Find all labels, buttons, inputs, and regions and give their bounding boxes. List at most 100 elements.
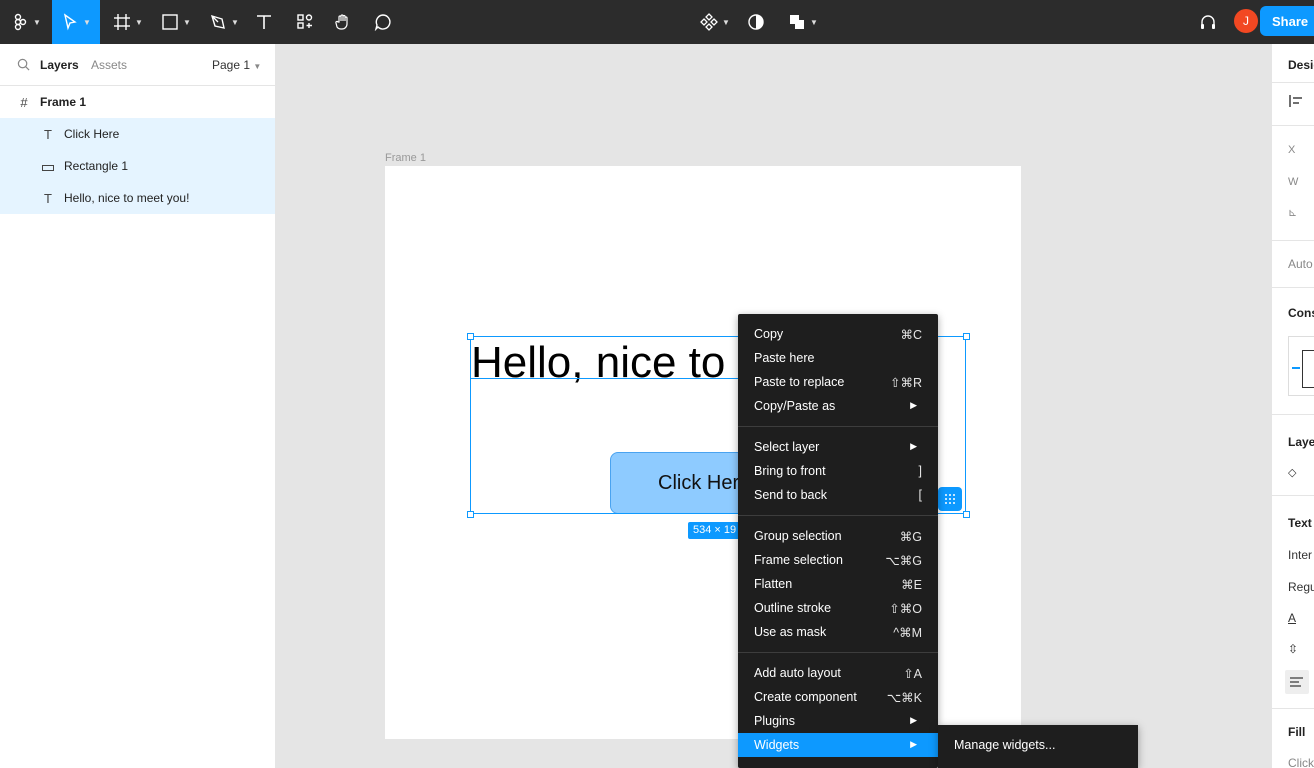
- divider: [1272, 708, 1314, 709]
- resources-button[interactable]: [294, 0, 316, 44]
- pen-tool-button[interactable]: ▼: [206, 0, 242, 44]
- chevron-down-icon: ▼: [253, 62, 262, 71]
- design-panel: Desig X W ⊾ Auto Cons Laye ◇ Text Inter …: [1271, 44, 1314, 768]
- boolean-ops-button[interactable]: ▼: [786, 0, 820, 44]
- menu-item-label: Select layer: [754, 440, 820, 454]
- menu-item-label: Group selection: [754, 529, 842, 543]
- frame-tool-button[interactable]: ▼: [110, 0, 146, 44]
- menu-item-label: Paste to replace: [754, 375, 845, 389]
- menu-item-copy-paste-as[interactable]: Copy/Paste as ▶: [738, 394, 938, 418]
- move-tool-button[interactable]: ▼: [52, 0, 100, 44]
- blend-mode-icon[interactable]: ◇: [1288, 466, 1296, 479]
- comment-icon: [374, 14, 391, 31]
- figma-menu-icon: [14, 13, 27, 31]
- menu-item-shortcut: ⌘E: [901, 578, 922, 592]
- layer-heading: Laye: [1288, 435, 1314, 449]
- main-menu-button[interactable]: ▼: [8, 0, 44, 44]
- menu-item-shortcut: ^⌘M: [893, 626, 922, 640]
- line-height-icon[interactable]: A: [1288, 611, 1296, 625]
- font-family-field[interactable]: Inter: [1288, 548, 1312, 562]
- layer-row-text[interactable]: T Hello, nice to meet you!: [0, 182, 275, 214]
- dimensions-badge: 534 × 19: [688, 522, 742, 539]
- hand-tool-icon: [335, 14, 348, 30]
- text-tool-icon: [257, 15, 271, 29]
- text-heading: Text: [1288, 516, 1312, 530]
- frame-tool-icon: [114, 14, 131, 30]
- text-baseline-guide: [470, 378, 740, 379]
- menu-item-plugins[interactable]: Plugins ▶: [738, 709, 938, 733]
- menu-item-shortcut: ⇧⌘R: [889, 376, 922, 390]
- layer-row-rectangle[interactable]: Rectangle 1: [0, 150, 275, 182]
- comment-button[interactable]: [372, 0, 394, 44]
- submenu-arrow-icon: ▶: [910, 715, 917, 725]
- widget-grid-button[interactable]: [938, 487, 962, 511]
- text-layer-icon: T: [44, 190, 52, 206]
- chevron-down-icon: ▼: [810, 17, 818, 27]
- pen-tool-icon: [210, 14, 225, 29]
- audio-button[interactable]: [1196, 0, 1220, 44]
- chevron-down-icon: ▼: [33, 17, 41, 27]
- menu-item-label: Flatten: [754, 577, 793, 591]
- menu-item-shortcut: ]: [918, 464, 922, 478]
- divider: [1272, 240, 1314, 241]
- constraints-widget[interactable]: [1288, 336, 1314, 396]
- hand-tool-button[interactable]: [332, 0, 354, 44]
- w-label: W: [1288, 176, 1299, 188]
- menu-item-manage-widgets[interactable]: Manage widgets...: [954, 738, 1055, 752]
- shape-tool-button[interactable]: ▼: [158, 0, 194, 44]
- layer-row-frame[interactable]: # Frame 1: [0, 86, 275, 118]
- menu-item-create-component[interactable]: Create component ⌥⌘K: [738, 685, 938, 709]
- paragraph-spacing-icon[interactable]: ⇳: [1288, 642, 1298, 656]
- tab-layers[interactable]: Layers: [40, 58, 79, 72]
- share-button[interactable]: Share: [1260, 6, 1314, 36]
- chevron-down-icon: ▼: [83, 17, 91, 27]
- text-layer-icon: T: [44, 126, 52, 142]
- search-icon[interactable]: [17, 58, 30, 71]
- resize-handle-top-right[interactable]: [963, 333, 970, 340]
- menu-item-outline-stroke[interactable]: Outline stroke ⇧⌘O: [738, 596, 938, 620]
- menu-item-add-auto-layout[interactable]: Add auto layout ⇧A: [738, 661, 938, 685]
- design-tab[interactable]: Desig: [1288, 58, 1314, 72]
- menu-item-label: Copy/Paste as: [754, 399, 836, 413]
- menu-item-label: Add auto layout: [754, 666, 841, 680]
- page-selector[interactable]: Page 1 ▼: [212, 58, 261, 72]
- menu-item-label: Create component: [754, 690, 857, 704]
- menu-item-group-selection[interactable]: Group selection ⌘G: [738, 524, 938, 548]
- text-tool-button[interactable]: [252, 0, 276, 44]
- menu-item-copy[interactable]: Copy ⌘C: [738, 322, 938, 346]
- menu-item-paste-to-replace[interactable]: Paste to replace ⇧⌘R: [738, 370, 938, 394]
- boolean-ops-icon: [790, 15, 805, 29]
- resize-handle-bottom-right[interactable]: [963, 511, 970, 518]
- align-left-icon[interactable]: [1289, 94, 1303, 108]
- frame-label[interactable]: Frame 1: [385, 152, 426, 164]
- avatar[interactable]: J: [1234, 9, 1258, 33]
- menu-item-label: Plugins: [754, 714, 795, 728]
- menu-item-send-to-back[interactable]: Send to back [: [738, 483, 938, 507]
- tab-assets[interactable]: Assets: [91, 58, 127, 72]
- layer-label: Frame 1: [40, 95, 87, 109]
- rectangle-layer-icon: [41, 159, 55, 174]
- contrast-button[interactable]: [746, 0, 766, 44]
- components-button[interactable]: ▼: [698, 0, 732, 44]
- resize-handle-bottom-left[interactable]: [467, 511, 474, 518]
- divider: [1272, 414, 1314, 415]
- x-label: X: [1288, 144, 1296, 156]
- menu-item-bring-to-front[interactable]: Bring to front]: [738, 459, 938, 483]
- menu-item-use-as-mask[interactable]: Use as mask ^⌘M: [738, 620, 938, 644]
- menu-item-shortcut: ⌘C: [900, 328, 922, 342]
- menu-item-select-layer[interactable]: Select layer ▶: [738, 435, 938, 459]
- font-weight-field[interactable]: Regu: [1288, 580, 1314, 594]
- menu-item-frame-selection[interactable]: Frame selection ⌥⌘G: [738, 548, 938, 572]
- menu-item-flatten[interactable]: Flatten ⌘E: [738, 572, 938, 596]
- menu-item-label: Outline stroke: [754, 601, 832, 615]
- menu-item-paste-here[interactable]: Paste here: [738, 346, 938, 370]
- fill-heading: Fill: [1288, 725, 1306, 739]
- text-align-left-button[interactable]: [1285, 670, 1309, 694]
- submenu-arrow-icon: ▶: [910, 441, 917, 451]
- resize-handle-top-left[interactable]: [467, 333, 474, 340]
- layer-row-text[interactable]: T Click Here: [0, 118, 275, 150]
- menu-item-widgets[interactable]: Widgets ▶: [738, 733, 938, 757]
- text-align-left-icon: [1290, 677, 1303, 687]
- menu-item-label: Paste here: [754, 351, 815, 365]
- auto-layout-label: Auto: [1288, 257, 1313, 271]
